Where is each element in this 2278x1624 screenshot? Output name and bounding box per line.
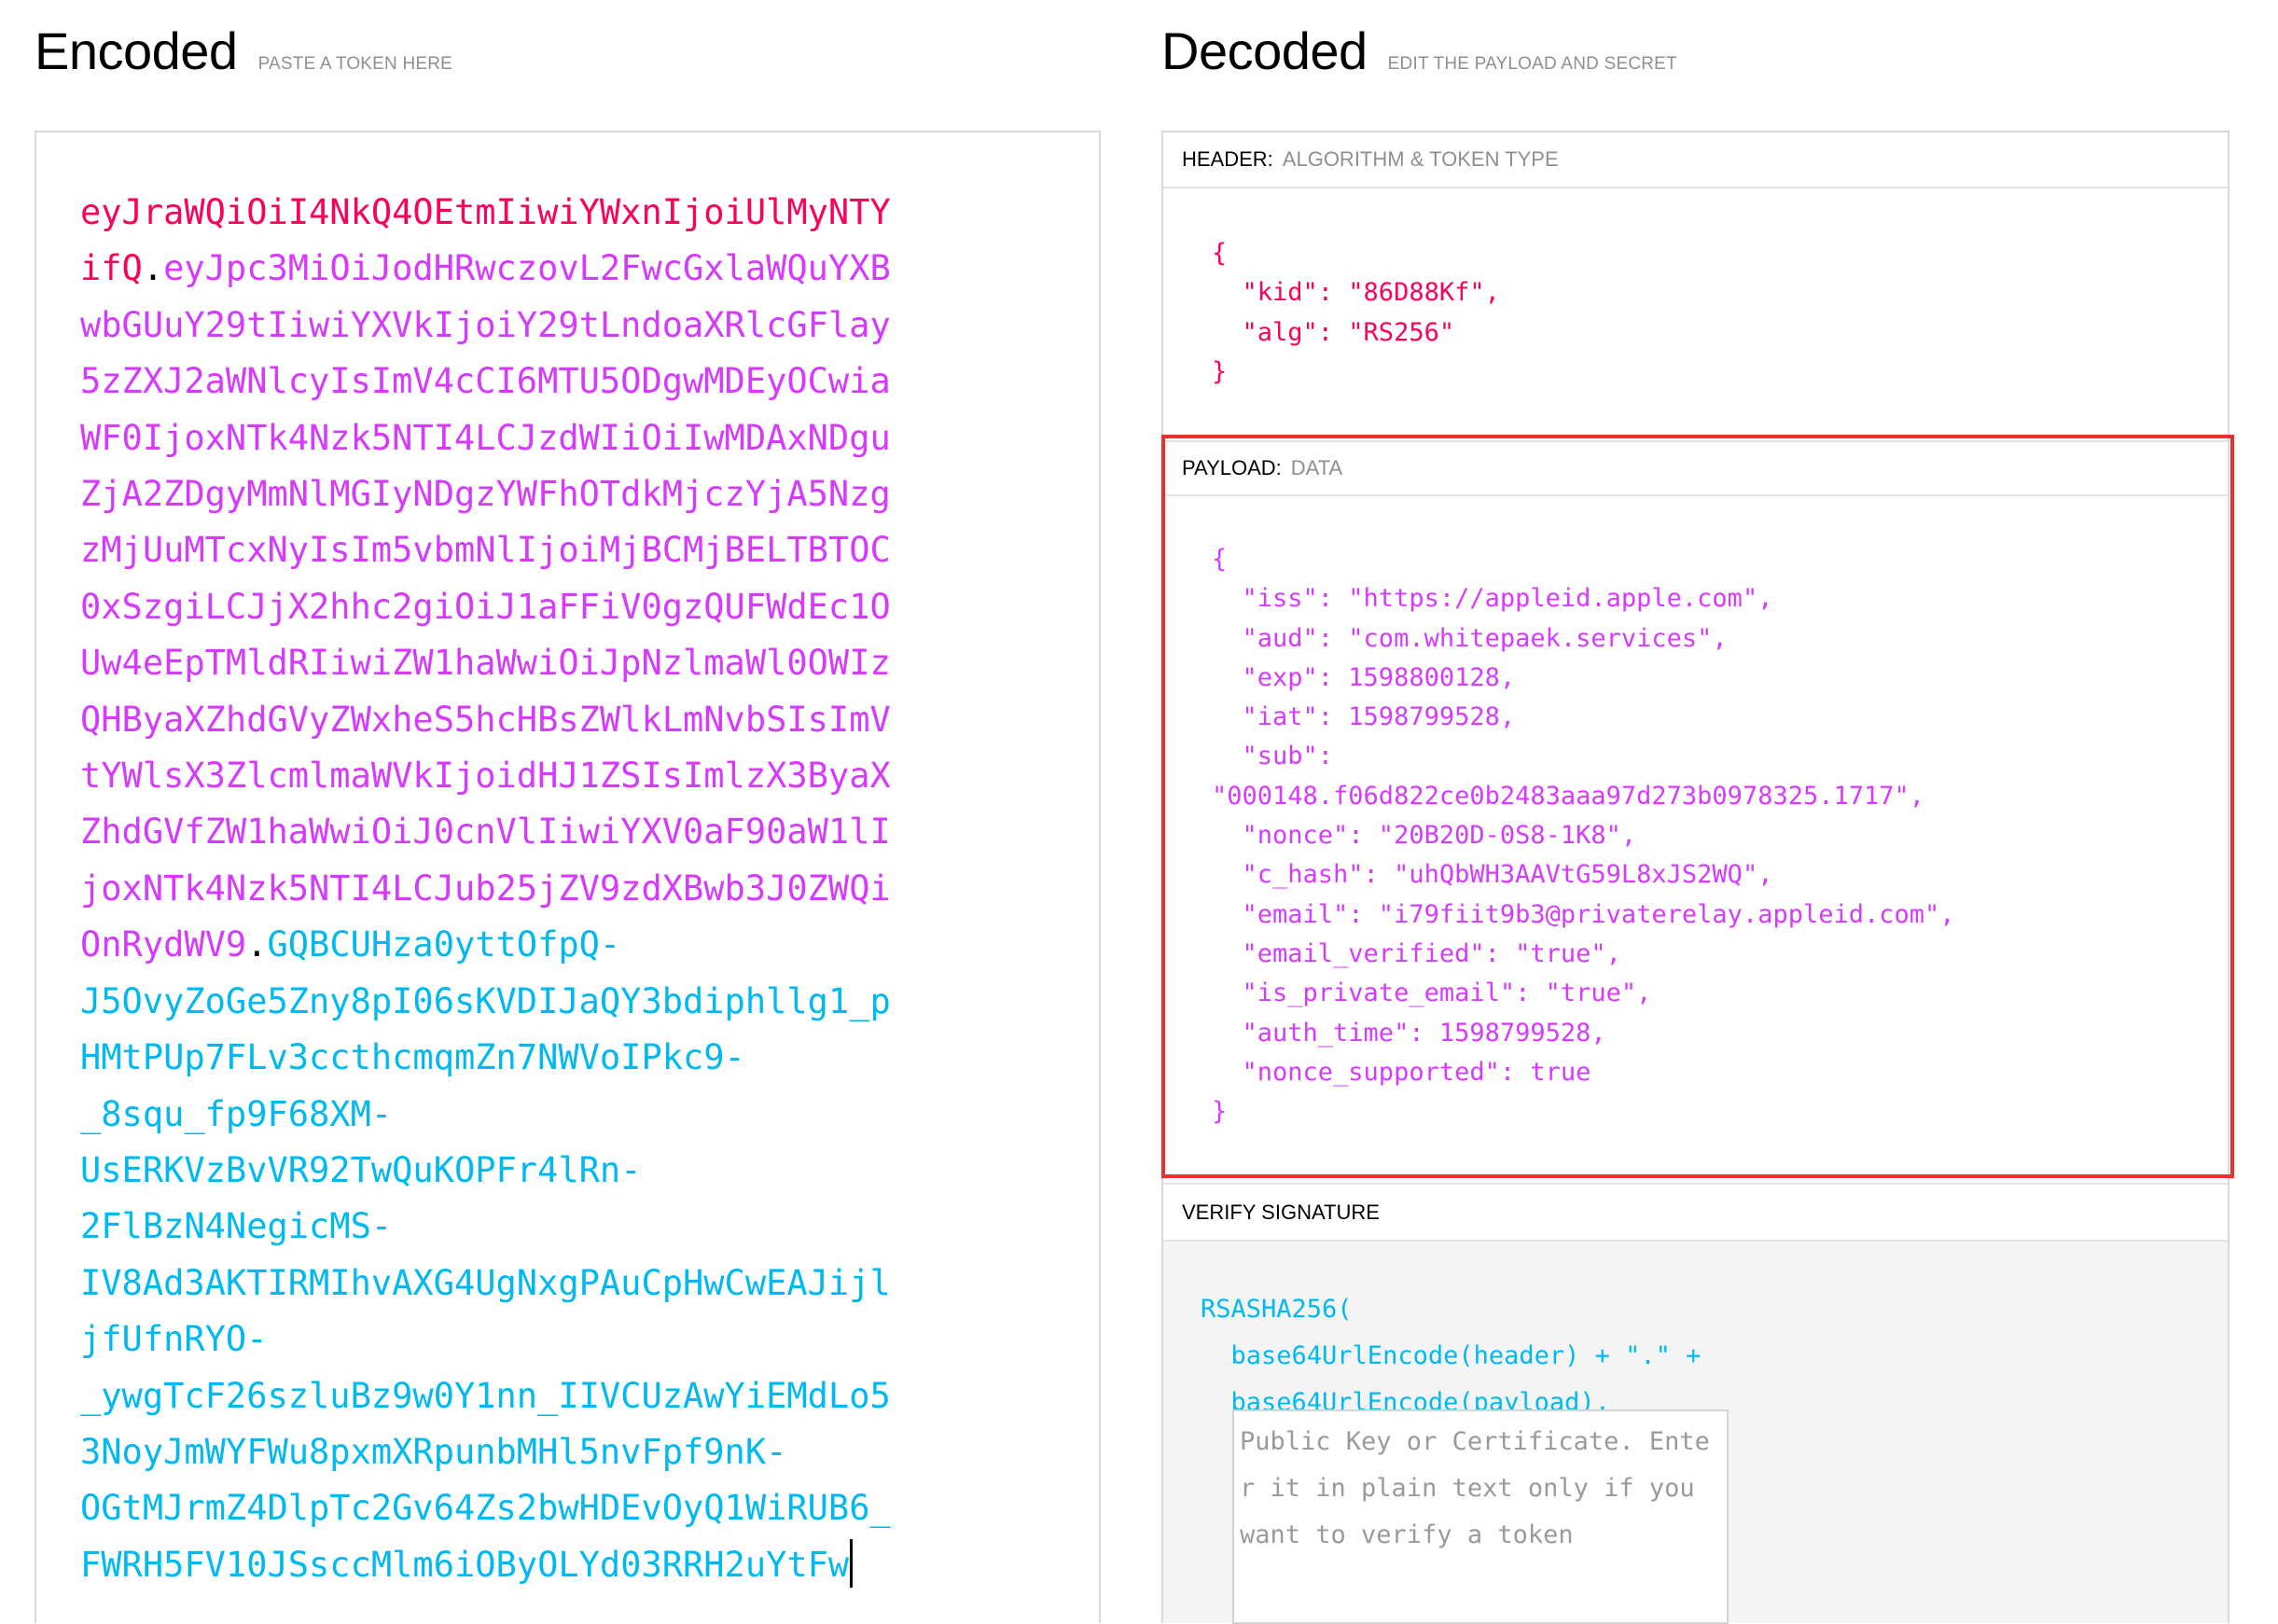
token-payload-line: zMjUuMTcxNyIsIm5vbmNlIjoiMjBCMjBELTBTOC	[80, 530, 891, 571]
verify-signature-code: RSASHA256( base64UrlEncode(header) + "."…	[1201, 1295, 1702, 1417]
header-sublabel: ALGORITHM & TOKEN TYPE	[1282, 147, 1559, 171]
decoded-title: Decoded	[1161, 21, 1368, 80]
verify-section-title: VERIFY SIGNATURE	[1163, 1183, 2228, 1242]
token-payload-line: Uw4eEpTMldRIiwiZW1haWwiOiJpNzlmaWl0OWIz	[80, 643, 891, 684]
token-signature-line: GQBCUHza0yttOfpQ-	[267, 924, 621, 965]
text-cursor	[850, 1538, 854, 1588]
encoded-subtitle: PASTE A TOKEN HERE	[257, 54, 453, 74]
token-payload-line: OnRydWV9	[80, 924, 247, 965]
token-signature-line: HMtPUp7FLv3ccthcmqmZn7NWVoIPkc9-	[80, 1037, 745, 1078]
token-signature-part: GQBCUHza0yttOfpQ- J5OvyZoGe5Zny8pI06sKVD…	[80, 924, 891, 1584]
token-payload-line: 5zZXJ2aWNlcyIsImV4cCI6MTU5ODgwMDEyOCwia	[80, 361, 891, 402]
token-payload-line: eyJpc3MiOiJodHRwczovL2FwcGxlaWQuYXB	[163, 248, 891, 289]
token-signature-line: OGtMJrmZ4DlpTc2Gv64Zs2bwHDEvOyQ1WiRUB6_	[80, 1488, 891, 1529]
decoded-subtitle: EDIT THE PAYLOAD AND SECRET	[1387, 54, 1677, 74]
encoded-heading: Encoded PASTE A TOKEN HERE	[35, 21, 452, 81]
token-header-line: ifQ	[80, 248, 143, 289]
token-signature-line: _8squ_fp9F68XM-	[80, 1093, 393, 1134]
token-signature-line: jfUfnRYO-	[80, 1319, 268, 1360]
token-signature-line: 3NoyJmWYFWu8pxmXRpunbMHl5nvFpf9nK-	[80, 1431, 787, 1472]
token-payload-line: 0xSzgiLCJjX2hhc2giOiJ1aFFiV0gzQUFWdEc1O	[80, 586, 891, 627]
token-signature-line: IV8Ad3AKTIRMIhvAXG4UgNxgPAuCpHwCwEAJijl	[80, 1262, 891, 1303]
token-payload-line: ZjA2ZDgyMmNlMGIyNDgzYWFhOTdkMjczYjA5Nzg	[80, 474, 891, 515]
token-payload-part: eyJpc3MiOiJodHRwczovL2FwcGxlaWQuYXB wbGU…	[80, 248, 891, 965]
token-dot: .	[246, 924, 268, 965]
encoded-token-text[interactable]: eyJraWQiOiI4NkQ4OEtmIiwiYWxnIjoiUlMyNTY …	[80, 185, 1022, 1593]
token-signature-line: UsERKVzBvVR92TwQuKOPFr4lRn-	[80, 1149, 642, 1190]
decoded-heading: Decoded EDIT THE PAYLOAD AND SECRET	[1161, 21, 1677, 81]
token-dot: .	[142, 248, 164, 289]
verify-label: VERIFY SIGNATURE	[1182, 1200, 1380, 1224]
token-signature-line: FWRH5FV10JSsccMlm6iOByOLYd03RRH2uYtFw	[80, 1544, 850, 1585]
encoded-token-editor[interactable]: eyJraWQiOiI4NkQ4OEtmIiwiYWxnIjoiUlMyNTY …	[35, 131, 1101, 1623]
token-signature-line: _ywgTcF26szluBz9w0Y1nn_IIVCUzAwYiEMdLo5	[80, 1375, 891, 1416]
header-label: HEADER:	[1182, 147, 1273, 171]
token-signature-line: 2FlBzN4NegicMS-	[80, 1206, 393, 1247]
token-payload-line: wbGUuY29tIiwiYXVkIjoiY29tLndoaXRlcGFlay	[80, 304, 891, 345]
token-payload-line: WF0IjoxNTk4Nzk5NTI4LCJzdWIiOiIwMDAxNDgu	[80, 417, 891, 458]
public-key-input[interactable]: Public Key or Certificate. Enter it in p…	[1232, 1409, 1729, 1624]
token-header-line: eyJraWQiOiI4NkQ4OEtmIiwiYWxnIjoiUlMyNTY	[80, 192, 891, 232]
token-payload-line: ZhdGVfZW1haWwiOiJ0cnVlIiwiYXV0aF90aW1lI	[80, 812, 891, 853]
token-payload-line: joxNTk4Nzk5NTI4LCJub25jZV9zdXBwb3J0ZWQi	[80, 868, 891, 909]
encoded-title: Encoded	[35, 21, 238, 80]
header-json-editor[interactable]: { "kid": "86D88Kf", "alg": "RS256" }	[1212, 234, 1500, 392]
token-payload-line: tYWlsX3ZlcmlmaWVkIjoidHJ1ZSIsImlzX3ByaX	[80, 756, 891, 797]
verify-signature-body: RSASHA256( base64UrlEncode(header) + "."…	[1163, 1242, 2228, 1624]
payload-highlight-box	[1161, 435, 2234, 1178]
header-section-title: HEADER: ALGORITHM & TOKEN TYPE	[1163, 132, 2228, 188]
token-signature-line: J5OvyZoGe5Zny8pI06sKVDIJaQY3bdiphllg1_p	[80, 980, 891, 1021]
token-payload-line: QHByaXZhdGVyZWxheS5hcHBsZWlkLmNvbSIsImV	[80, 699, 891, 740]
